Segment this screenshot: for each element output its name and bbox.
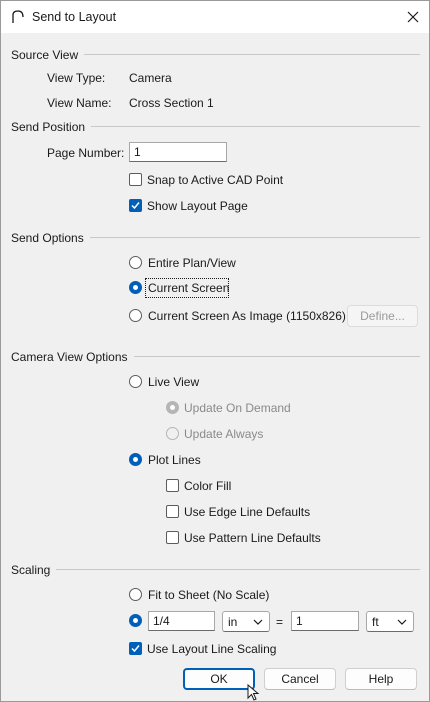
- close-button[interactable]: [399, 5, 427, 29]
- chevron-down-icon: [397, 619, 407, 625]
- fit-to-sheet-radio[interactable]: [129, 588, 142, 601]
- camera-view-options-group-label: Camera View Options: [11, 350, 134, 364]
- scaling-divider: [11, 569, 420, 570]
- fit-to-sheet-label[interactable]: Fit to Sheet (No Scale): [148, 588, 269, 602]
- close-icon: [407, 11, 419, 23]
- equals-sign: =: [276, 615, 284, 629]
- current-screen-label[interactable]: Current Screen: [148, 281, 229, 295]
- show-layout-page-checkbox[interactable]: [129, 199, 142, 212]
- scale-left-unit-select[interactable]: in: [222, 611, 270, 632]
- live-view-radio[interactable]: [129, 375, 142, 388]
- scale-right-unit-value: ft: [372, 615, 379, 629]
- current-screen-image-label[interactable]: Current Screen As Image (1150x826): [148, 309, 346, 323]
- scale-right-unit-select[interactable]: ft: [366, 611, 414, 632]
- snap-cad-point-label[interactable]: Snap to Active CAD Point: [147, 173, 283, 187]
- edge-line-defaults-checkbox[interactable]: [166, 505, 179, 518]
- show-layout-page-label[interactable]: Show Layout Page: [147, 199, 248, 213]
- custom-scale-radio[interactable]: [129, 614, 142, 627]
- view-type-value: Camera: [129, 71, 172, 85]
- snap-cad-point-checkbox[interactable]: [129, 173, 142, 186]
- entire-plan-label[interactable]: Entire Plan/View: [148, 256, 236, 270]
- edge-line-defaults-label[interactable]: Use Edge Line Defaults: [184, 505, 310, 519]
- view-name-label: View Name:: [47, 96, 112, 110]
- checkmark-icon: [131, 202, 140, 210]
- view-name-value: Cross Section 1: [129, 96, 214, 110]
- send-to-layout-dialog: Send to Layout Source View View Type: Ca…: [0, 0, 430, 702]
- page-number-label: Page Number:: [47, 146, 125, 160]
- layout-line-scaling-label[interactable]: Use Layout Line Scaling: [147, 642, 276, 656]
- help-button[interactable]: Help: [345, 668, 417, 690]
- pattern-line-defaults-checkbox[interactable]: [166, 531, 179, 544]
- mouse-cursor-icon: [247, 684, 260, 701]
- current-screen-image-radio[interactable]: [129, 309, 142, 322]
- live-view-label[interactable]: Live View: [148, 375, 199, 389]
- update-on-demand-radio[interactable]: [166, 401, 179, 414]
- update-always-label[interactable]: Update Always: [184, 427, 263, 441]
- scale-left-value-input[interactable]: [148, 611, 215, 631]
- window-title: Send to Layout: [32, 10, 117, 24]
- entire-plan-radio[interactable]: [129, 256, 142, 269]
- plot-lines-label[interactable]: Plot Lines: [148, 453, 201, 467]
- source-view-group-label: Source View: [11, 48, 85, 62]
- pattern-line-defaults-label[interactable]: Use Pattern Line Defaults: [184, 531, 321, 545]
- app-arc-icon: [12, 10, 24, 23]
- update-always-radio[interactable]: [166, 427, 179, 440]
- page-number-input[interactable]: [129, 142, 227, 162]
- scaling-group-label: Scaling: [11, 563, 57, 577]
- send-position-group-label: Send Position: [11, 120, 92, 134]
- scale-right-value-input[interactable]: [291, 611, 359, 631]
- scale-left-unit-value: in: [228, 615, 238, 629]
- title-bar[interactable]: Send to Layout: [1, 1, 429, 33]
- send-options-group-label: Send Options: [11, 231, 90, 245]
- color-fill-label[interactable]: Color Fill: [184, 479, 231, 493]
- ok-button[interactable]: OK: [183, 668, 255, 690]
- view-type-label: View Type:: [47, 71, 106, 85]
- current-screen-radio[interactable]: [129, 281, 142, 294]
- update-on-demand-label[interactable]: Update On Demand: [184, 401, 291, 415]
- plot-lines-radio[interactable]: [129, 453, 142, 466]
- define-button[interactable]: Define...: [347, 305, 418, 327]
- layout-line-scaling-checkbox[interactable]: [129, 642, 142, 655]
- checkmark-icon: [131, 645, 140, 653]
- color-fill-checkbox[interactable]: [166, 479, 179, 492]
- cancel-button[interactable]: Cancel: [264, 668, 336, 690]
- chevron-down-icon: [253, 619, 263, 625]
